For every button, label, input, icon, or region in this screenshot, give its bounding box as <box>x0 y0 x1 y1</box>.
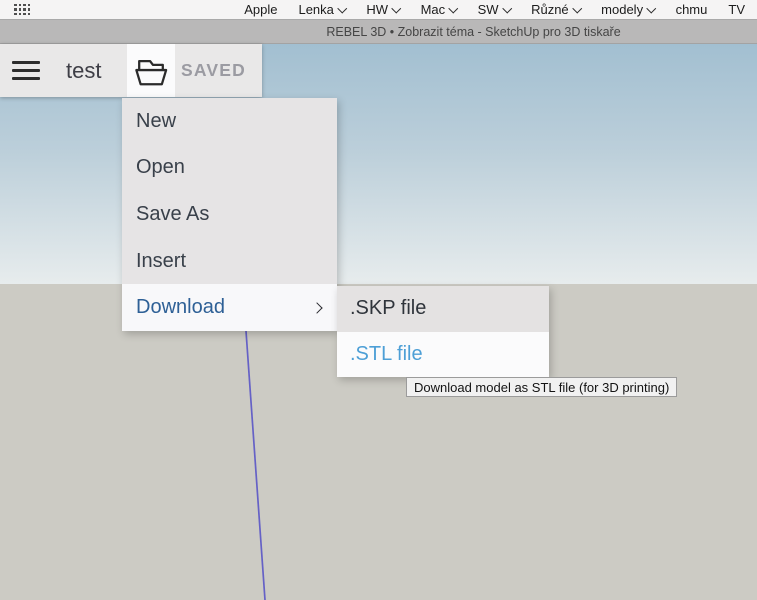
bookmark-label: Mac <box>421 2 446 17</box>
chevron-down-icon <box>502 3 511 12</box>
menu-item-label: New <box>136 110 176 133</box>
submenu-item-label: .STL file <box>350 343 423 366</box>
menu-item-label: Download <box>136 296 225 319</box>
apps-grid-icon[interactable] <box>14 4 30 16</box>
chevron-down-icon <box>338 3 347 12</box>
bookmark-label: Různé <box>531 2 569 17</box>
menu-item-save-as[interactable]: Save As <box>122 191 337 238</box>
file-menu-button[interactable] <box>127 44 175 97</box>
bookmark-label: modely <box>601 2 643 17</box>
stl-tooltip: Download model as STL file (for 3D print… <box>406 377 677 397</box>
model-title[interactable]: test <box>66 44 101 97</box>
chevron-right-icon <box>311 302 322 313</box>
bookmark-label: TV <box>728 2 745 17</box>
menu-item-label: Open <box>136 156 185 179</box>
menu-item-new[interactable]: New <box>122 98 337 145</box>
bookmark-label: Lenka <box>298 2 333 17</box>
menu-item-download[interactable]: Download <box>122 284 337 331</box>
bookmark-label: SW <box>478 2 499 17</box>
chevron-down-icon <box>449 3 458 12</box>
submenu-item-skp-file[interactable]: .SKP file <box>337 286 549 332</box>
chevron-down-icon <box>647 3 656 12</box>
bookmark-sw[interactable]: SW <box>478 2 510 17</box>
chevron-down-icon <box>572 3 581 12</box>
tooltip-text: Download model as STL file (for 3D print… <box>414 380 669 395</box>
bookmark-mac[interactable]: Mac <box>421 2 457 17</box>
save-status-badge: SAVED <box>181 44 246 97</box>
bookmark-apple[interactable]: Apple <box>244 2 277 17</box>
submenu-item-stl-file[interactable]: .STL file <box>337 332 549 378</box>
menu-item-label: Save As <box>136 203 209 226</box>
bookmark-modely[interactable]: modely <box>601 2 654 17</box>
bookmark-lenka[interactable]: Lenka <box>298 2 345 17</box>
bookmark-label: Apple <box>244 2 277 17</box>
bookmark-ruzne[interactable]: Různé <box>531 2 580 17</box>
tab-title: REBEL 3D • Zobrazit téma - SketchUp pro … <box>326 25 620 39</box>
tab-title-bar[interactable]: REBEL 3D • Zobrazit téma - SketchUp pro … <box>0 20 757 44</box>
menu-item-open[interactable]: Open <box>122 145 337 192</box>
menu-item-insert[interactable]: Insert <box>122 238 337 285</box>
bookmark-tv[interactable]: TV <box>728 2 745 17</box>
bookmarks-bar: Apple Lenka HW Mac SW Různé modely chmu … <box>0 0 757 20</box>
chevron-down-icon <box>392 3 401 12</box>
bookmark-hw[interactable]: HW <box>366 2 399 17</box>
bookmark-chmu[interactable]: chmu <box>676 2 708 17</box>
submenu-item-label: .SKP file <box>350 297 426 320</box>
bookmark-label: chmu <box>676 2 708 17</box>
menu-item-label: Insert <box>136 250 186 273</box>
folder-icon <box>132 54 170 88</box>
app-toolbar: test SAVED <box>0 44 262 97</box>
download-submenu: .SKP file .STL file <box>337 286 549 377</box>
hamburger-menu-icon[interactable] <box>12 61 40 80</box>
bookmark-label: HW <box>366 2 388 17</box>
file-menu-dropdown: New Open Save As Insert Download <box>122 98 337 331</box>
